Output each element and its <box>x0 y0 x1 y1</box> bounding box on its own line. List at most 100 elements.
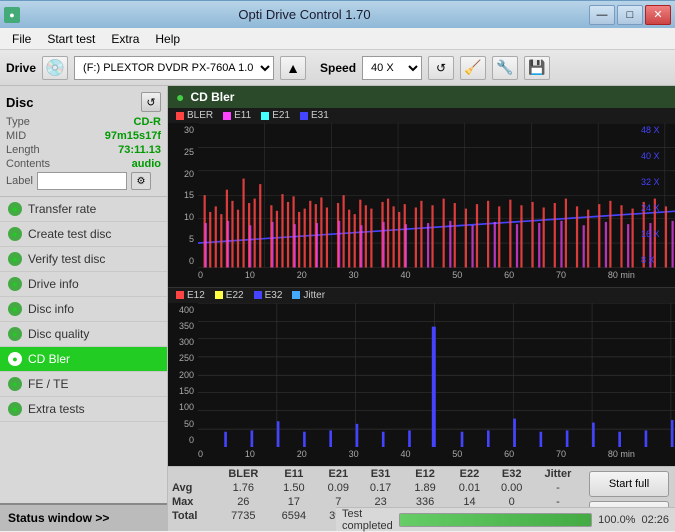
stats-cell-1-e11: 17 <box>271 495 318 509</box>
nav-icon-3: ● <box>8 277 22 291</box>
sidebar-nav-item-4[interactable]: ●Disc info <box>0 297 167 322</box>
label-field-label: Label <box>6 175 33 187</box>
legend-e22: E22 <box>215 290 244 301</box>
type-label: Type <box>6 116 30 128</box>
sidebar-nav-item-5[interactable]: ●Disc quality <box>0 322 167 347</box>
stats-cell-0-label: Avg <box>168 481 216 495</box>
stats-cell-0-bler: 1.76 <box>216 481 271 495</box>
sidebar-nav-item-2[interactable]: ● Verify test disc <box>0 247 167 272</box>
legend-dot-e31 <box>300 112 308 120</box>
window-controls: — □ ✕ <box>589 5 671 25</box>
upper-legend: BLER E11 E21 E31 <box>168 108 675 123</box>
stats-cell-2-label: Total <box>168 509 216 523</box>
disc-refresh-button[interactable]: ↺ <box>141 92 161 112</box>
legend-bler: BLER <box>176 110 213 121</box>
length-label: Length <box>6 144 40 156</box>
options-button[interactable]: 🔧 <box>492 56 518 80</box>
legend-jitter: Jitter <box>292 290 325 301</box>
minimize-button[interactable]: — <box>589 5 615 25</box>
col-header-e31: E31 <box>359 467 401 481</box>
clear-button[interactable]: 🧹 <box>460 56 486 80</box>
stats-cell-2-e11: 6594 <box>271 509 318 523</box>
main-content: Disc ↺ Type CD-R MID 97m15s17f Length 73… <box>0 86 675 531</box>
legend-e12: E12 <box>176 290 205 301</box>
sidebar-nav-item-0[interactable]: ●Transfer rate <box>0 197 167 222</box>
col-header-e22: E22 <box>448 467 490 481</box>
legend-e11: E11 <box>223 110 251 121</box>
sidebar: Disc ↺ Type CD-R MID 97m15s17f Length 73… <box>0 86 168 531</box>
progress-bar-fill <box>400 514 591 526</box>
type-value: CD-R <box>134 116 162 128</box>
stats-cell-0-jitter: - <box>533 481 583 495</box>
legend-dot-e21 <box>261 112 269 120</box>
col-header-e32: E32 <box>491 467 533 481</box>
disc-label: Disc <box>6 95 33 110</box>
legend-dot-e32 <box>254 291 262 299</box>
app-icon: ● <box>4 7 20 23</box>
maximize-button[interactable]: □ <box>617 5 643 25</box>
sidebar-nav-item-1[interactable]: ●Create test disc <box>0 222 167 247</box>
menubar: File Start test Extra Help <box>0 28 675 50</box>
disc-contents-row: Contents audio <box>6 158 161 170</box>
menu-extra[interactable]: Extra <box>103 30 147 48</box>
sidebar-nav-item-8[interactable]: ●Extra tests <box>0 397 167 422</box>
stats-cell-0-e32: 0.00 <box>491 481 533 495</box>
nav-label-0: Transfer rate <box>28 202 96 216</box>
close-button[interactable]: ✕ <box>645 5 671 25</box>
legend-dot-bler <box>176 112 184 120</box>
nav-label-7: FE / TE <box>28 377 68 391</box>
label-input[interactable] <box>37 172 127 190</box>
nav-label-2: Verify test disc <box>28 252 105 266</box>
sidebar-nav-item-3[interactable]: ●Drive info <box>0 272 167 297</box>
legend-e32: E32 <box>254 290 283 301</box>
lower-legend: E12 E22 E32 Jitter <box>168 288 675 303</box>
menu-file[interactable]: File <box>4 30 39 48</box>
nav-icon-2: ● <box>8 252 22 266</box>
eject-button[interactable]: ▲ <box>280 56 306 80</box>
stats-cell-2-bler: 7735 <box>216 509 271 523</box>
disc-mid-row: MID 97m15s17f <box>6 130 161 142</box>
nav-label-8: Extra tests <box>28 402 85 416</box>
titlebar: ● Opti Drive Control 1.70 — □ ✕ <box>0 0 675 28</box>
disc-label-row: Label ⚙ <box>6 172 161 190</box>
chart-icon: ● <box>176 89 184 105</box>
chart-title-bar: ● CD Bler <box>168 86 675 108</box>
sidebar-nav-item-6[interactable]: ●CD Bler <box>0 347 167 372</box>
stats-cell-1-label: Max <box>168 495 216 509</box>
drive-selector[interactable]: (F:) PLEXTOR DVDR PX-760A 1.07 <box>74 56 274 80</box>
col-header-bler: BLER <box>216 467 271 481</box>
refresh-speed-button[interactable]: ↺ <box>428 56 454 80</box>
upper-chart-svg <box>198 123 675 268</box>
lower-chart-svg <box>198 303 675 448</box>
navigation-list: ●Transfer rate●Create test disc●Verify t… <box>0 197 167 503</box>
nav-label-6: CD Bler <box>28 352 70 366</box>
stats-cell-0-e22: 0.01 <box>448 481 490 495</box>
stats-cell-0-e31: 0.17 <box>359 481 401 495</box>
mid-label: MID <box>6 130 26 142</box>
col-header-empty <box>168 467 216 481</box>
disc-type-row: Type CD-R <box>6 116 161 128</box>
chart-area: ● CD Bler BLER E11 E21 <box>168 86 675 531</box>
lower-chart-svg-wrapper: 400 350 300 250 200 150 100 50 0 0 10 20… <box>168 303 675 464</box>
y-axis-right: 48 X 40 X 32 X 24 X 16 X 8 X <box>639 123 675 268</box>
menu-help[interactable]: Help <box>147 30 188 48</box>
upper-chart-container: BLER E11 E21 E31 <box>168 108 675 287</box>
sidebar-nav-item-7[interactable]: ●FE / TE <box>0 372 167 397</box>
stats-cell-0-e11: 1.50 <box>271 481 318 495</box>
toolbar: Drive 💿 (F:) PLEXTOR DVDR PX-760A 1.07 ▲… <box>0 50 675 86</box>
save-button[interactable]: 💾 <box>524 56 550 80</box>
col-header-jitter: Jitter <box>533 467 583 481</box>
contents-label: Contents <box>6 158 50 170</box>
status-window-button[interactable]: Status window >> <box>0 503 167 531</box>
upper-chart-svg-wrapper: 30 25 20 15 10 5 0 48 X 40 X 32 X 24 X 1… <box>168 123 675 284</box>
menu-start-test[interactable]: Start test <box>39 30 103 48</box>
speed-selector[interactable]: 40 X <box>362 56 422 80</box>
speed-label: Speed <box>320 61 356 75</box>
label-settings-button[interactable]: ⚙ <box>131 172 151 190</box>
nav-icon-4: ● <box>8 302 22 316</box>
drive-icon-btn[interactable]: 💿 <box>42 56 68 80</box>
start-full-button[interactable]: Start full <box>589 471 669 497</box>
nav-icon-1: ● <box>8 227 22 241</box>
contents-value: audio <box>132 158 161 170</box>
elapsed-time: 02:26 <box>641 514 669 526</box>
